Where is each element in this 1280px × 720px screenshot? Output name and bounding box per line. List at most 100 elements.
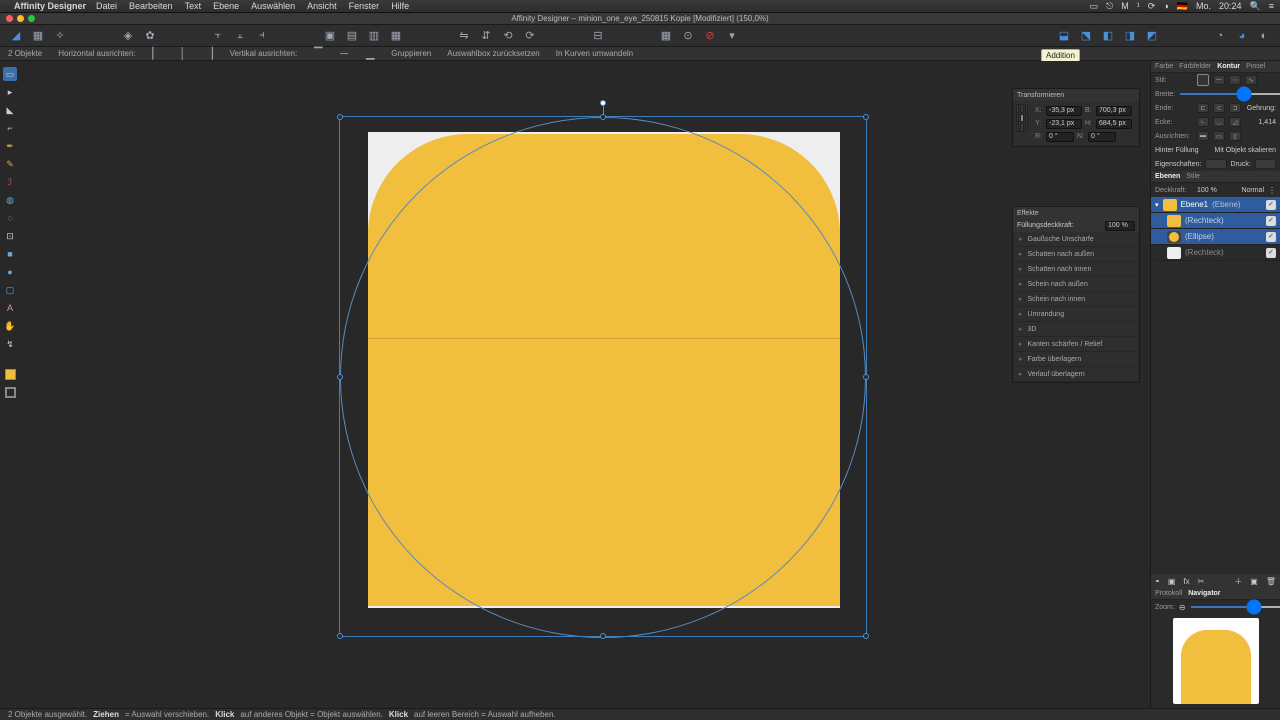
stroke-width-slider[interactable] [1179,93,1280,95]
transform-h[interactable]: 684,5 px [1096,119,1132,129]
zoom-slider[interactable] [1190,606,1280,608]
mask-icon[interactable]: ◓ [1155,577,1160,586]
fx-icon[interactable]: fx [1183,577,1189,586]
align-inside[interactable]: ▭ [1213,131,1225,141]
menu-hilfe[interactable]: Hilfe [391,1,409,11]
artistic-text-tool[interactable]: A [3,301,17,315]
arrange-front-icon[interactable]: ▦ [388,28,404,44]
toolbar-icon[interactable]: ✿ [142,28,158,44]
align-left-icon[interactable]: ⫟ [210,28,226,44]
flip-h-icon[interactable]: ⇋ [456,28,472,44]
align-center-icon[interactable]: ⫠ [232,28,248,44]
boolean-add-icon[interactable]: ⬓ [1056,28,1072,44]
persona-designer-icon[interactable]: ◢ [8,28,24,44]
flip-v-icon[interactable]: ⇵ [478,28,494,44]
handle-nw[interactable] [337,114,343,120]
miter-limit[interactable]: 1,414 [1258,119,1276,126]
layer-rect[interactable]: (Rechteck) [1151,213,1280,229]
transparency-tool[interactable]: ◌ [3,211,17,225]
visibility-check[interactable] [1266,216,1276,226]
move-tool[interactable]: ▭ [3,67,17,81]
transform-s[interactable]: 0 ° [1088,132,1116,142]
rounded-rect-tool[interactable]: ▢ [3,283,17,297]
pencil-tool[interactable]: ✎ [3,157,17,171]
join-round[interactable]: ◡ [1213,117,1225,127]
handle-n[interactable] [600,114,606,120]
handle-s[interactable] [600,633,606,639]
handle-sw[interactable] [337,633,343,639]
node-tool[interactable]: ◣ [3,103,17,117]
shape-rounded-body[interactable] [368,134,840,606]
ellipse-tool[interactable]: ● [3,265,17,279]
tab-farbfelder[interactable]: Farbfelder [1179,63,1211,70]
blend-more-icon[interactable]: ⋮ [1268,186,1276,195]
group-button[interactable]: Gruppieren [391,49,431,58]
stroke-none[interactable] [1197,74,1209,86]
fx-inner-shadow[interactable]: Schatten nach innen [1013,262,1139,277]
valign-top-icon[interactable]: ▔ [313,49,323,59]
layer-ellipse[interactable]: (Ellipse) [1151,229,1280,245]
rotation-handle[interactable] [600,100,606,106]
convert-curves[interactable]: In Kurven umwandeln [556,49,633,58]
stroke-brush[interactable]: ∿ [1245,75,1257,85]
stroke-properties[interactable] [1205,159,1226,169]
fx-3d[interactable]: 3D [1013,322,1139,337]
fx-outline[interactable]: Umrandung [1013,307,1139,322]
trash-icon[interactable]: 🗑 [1266,577,1276,586]
stroke-solid[interactable]: — [1213,75,1225,85]
handle-se[interactable] [863,633,869,639]
menubar-icon[interactable]: ◑ [1163,1,1168,11]
menubar-icon[interactable]: ⎋ [1106,1,1113,12]
zoom-out-icon[interactable]: ⊖ [1179,603,1186,612]
align-icon[interactable]: ⊟ [590,28,606,44]
transform-panel[interactable]: Transformieren X: -35,3 px B: 700,3 px Y… [1012,88,1140,147]
menu-bearbeiten[interactable]: Bearbeiten [129,1,173,11]
disclosure-icon[interactable]: ▾ [1155,201,1159,209]
persona-pixel-icon[interactable]: ▦ [30,28,46,44]
adjustment-icon[interactable]: ▣ [1168,577,1176,586]
transform-w[interactable]: 700,3 px [1096,106,1132,116]
boolean-xor-icon[interactable]: ◨ [1122,28,1138,44]
valign-mid-icon[interactable]: ─ [339,49,349,59]
fx-color-overlay[interactable]: Farbe überlagern [1013,352,1139,367]
fx-outer-glow[interactable]: Schein nach außen [1013,277,1139,292]
boolean-intersect-icon[interactable]: ◧ [1100,28,1116,44]
menu-auswaehlen[interactable]: Auswählen [251,1,295,11]
visibility-check[interactable] [1266,248,1276,258]
menu-ansicht[interactable]: Ansicht [307,1,337,11]
snap-icon[interactable]: ⊙ [680,28,696,44]
layer-rect-bg[interactable]: (Rechteck) [1151,245,1280,261]
view-icon[interactable]: ◐ [1256,28,1272,44]
blend-mode[interactable]: Normal [1241,187,1264,194]
join-bevel[interactable]: ◿ [1229,117,1241,127]
crop-tool[interactable]: ⊡ [3,229,17,243]
fx-outer-shadow[interactable]: Schatten nach außen [1013,247,1139,262]
corner-tool[interactable]: ⌐ [3,121,17,135]
tab-farbe[interactable]: Farbe [1155,63,1173,70]
tab-ebenen[interactable]: Ebenen [1155,173,1180,180]
stroke-dash[interactable]: ┄ [1229,75,1241,85]
visibility-check[interactable] [1266,232,1276,242]
join-miter[interactable]: ∟ [1197,117,1209,127]
anchor-grid[interactable] [1016,104,1028,132]
rotate-ccw-icon[interactable]: ⟲ [500,28,516,44]
menubar-icon[interactable]: ¹ [1137,1,1140,11]
menu-ebene[interactable]: Ebene [213,1,239,11]
menubar-flag[interactable]: 🇩🇪 [1177,1,1188,12]
snap-grid-icon[interactable]: ▦ [658,28,674,44]
fill-opacity-value[interactable]: 100 % [1105,221,1135,231]
reset-selection-box[interactable]: Auswahlbox zurücksetzen [447,49,540,58]
view-icon[interactable]: ◕ [1234,28,1250,44]
pen-tool[interactable]: ✒ [3,139,17,153]
transform-y[interactable]: -23,1 px [1046,119,1082,129]
align-outside[interactable]: ▯ [1229,131,1241,141]
transform-x[interactable]: -35,3 px [1046,106,1082,116]
arrange-forward-icon[interactable]: ▥ [366,28,382,44]
tab-navigator[interactable]: Navigator [1188,590,1220,597]
behind-fill-toggle[interactable]: Hinter Füllung [1155,147,1199,154]
menu-text[interactable]: Text [185,1,202,11]
artboard-tool[interactable]: ▸ [3,85,17,99]
tab-stile[interactable]: Stile [1186,173,1200,180]
shape-tool[interactable]: ■ [3,247,17,261]
add-layer-icon[interactable]: ＋ [1234,576,1242,587]
